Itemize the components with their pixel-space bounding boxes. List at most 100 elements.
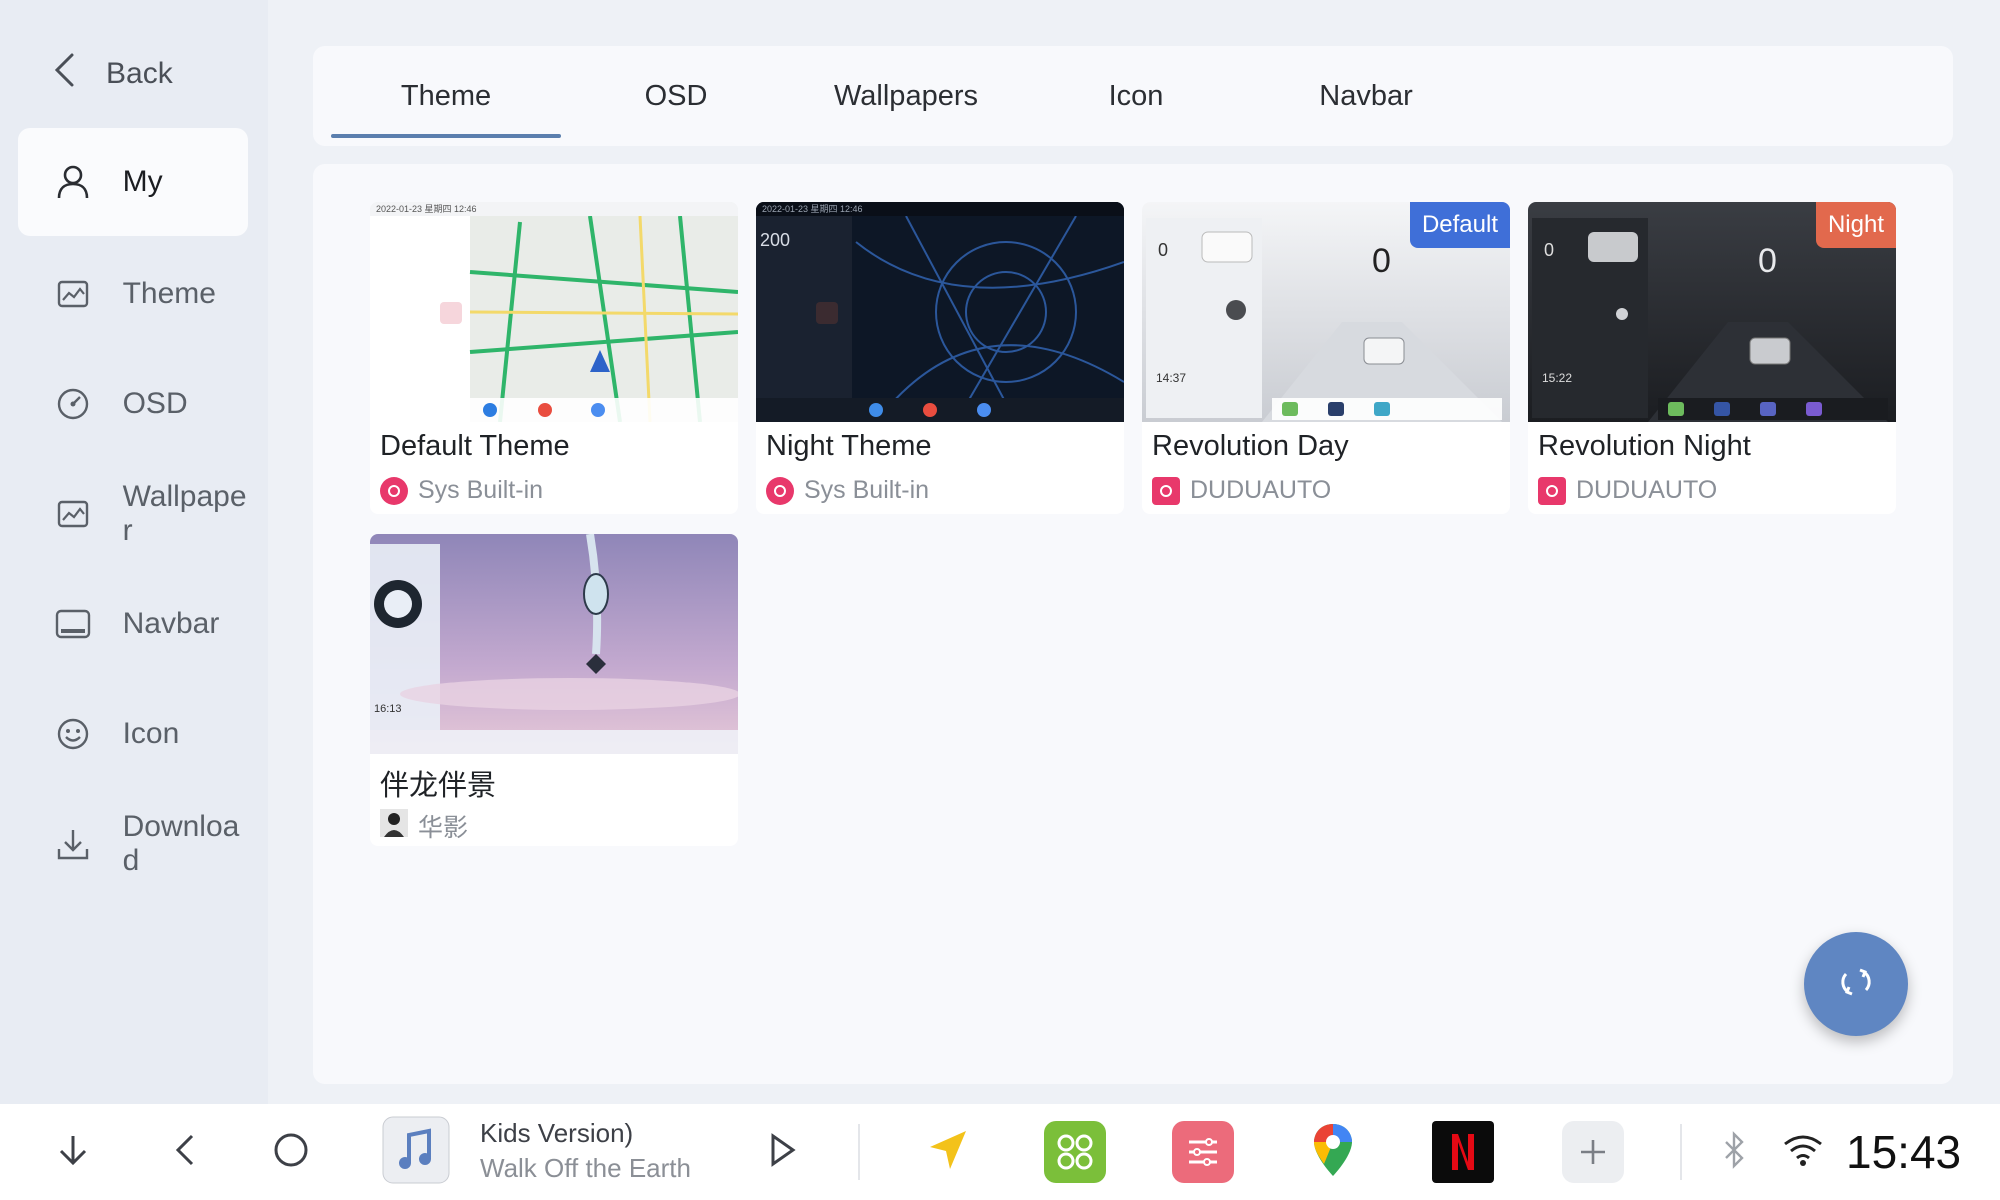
- play-icon: [767, 1132, 797, 1173]
- theme-author: DUDUAUTO: [1152, 476, 1331, 505]
- netflix-icon: [1432, 1121, 1494, 1183]
- sidebar-item-my[interactable]: My: [18, 128, 248, 236]
- sidebar-item-label: OSD: [122, 387, 188, 420]
- sidebar-item-navbar[interactable]: Navbar: [18, 570, 248, 678]
- theme-author: Sys Built-in: [380, 476, 543, 505]
- thumb-time-text: 14:37: [1156, 371, 1186, 385]
- theme-author: 华影: [380, 808, 468, 844]
- theme-card-default[interactable]: 2022-01-23 星期四 12:46 Default Theme Sys B…: [370, 202, 738, 514]
- theme-author: DUDUAUTO: [1538, 476, 1717, 505]
- author-label: Sys Built-in: [418, 476, 544, 504]
- tab-bar: Theme OSD Wallpapers Icon Navbar: [313, 46, 1953, 146]
- theme-card-night[interactable]: 200 2022-01-23 星期四 12:46 Night Theme Sys…: [756, 202, 1124, 514]
- bluetooth-status[interactable]: [1716, 1104, 1752, 1200]
- theme-card-banlong[interactable]: 16:13 伴龙伴景 华影: [370, 534, 738, 846]
- gauge-icon: [54, 384, 93, 424]
- navbar-icon: [54, 604, 93, 644]
- author-label: Sys Built-in: [804, 476, 930, 504]
- media-track-title: Kids Version): [480, 1118, 634, 1148]
- tab-wallpapers[interactable]: Wallpapers: [791, 46, 1021, 146]
- sidebar-item-label: Download: [122, 810, 240, 877]
- theme-title: Default Theme: [380, 430, 570, 462]
- map-pin-icon: [1308, 1120, 1358, 1185]
- app-maps-shortcut[interactable]: [1298, 1104, 1368, 1200]
- thumb-date-text: 2022-01-23 星期四 12:46: [376, 204, 477, 214]
- nav-back-button[interactable]: [160, 1104, 210, 1200]
- sidebar: Back My Theme OSD Wallpaper Navbar Icon …: [0, 0, 268, 1104]
- app-launcher-shortcut[interactable]: [1040, 1104, 1110, 1200]
- status-clock: 15:43: [1846, 1126, 1962, 1178]
- tab-osd[interactable]: OSD: [561, 46, 791, 146]
- arrow-down-icon: [53, 1130, 93, 1175]
- sidebar-item-icon[interactable]: Icon: [18, 680, 248, 788]
- nav-home-button[interactable]: [266, 1104, 316, 1200]
- smiley-icon: [54, 714, 93, 754]
- theme-thumbnail: 16:13: [370, 534, 738, 754]
- theme-title: Revolution Night: [1538, 430, 1751, 462]
- duduauto-logo-icon: [766, 476, 794, 505]
- chevron-left-icon: [52, 52, 76, 96]
- sidebar-item-label: Navbar: [122, 607, 220, 640]
- thumb-date-text: 2022-01-23 星期四 12:46: [762, 204, 863, 214]
- theme-thumbnail: 2022-01-23 星期四 12:46: [370, 202, 738, 422]
- tab-theme[interactable]: Theme: [331, 46, 561, 146]
- thumb-speed-text: 200: [760, 230, 790, 250]
- equalizer-icon: [1172, 1121, 1234, 1183]
- theme-title: Night Theme: [766, 430, 932, 462]
- sidebar-item-label: Theme: [122, 277, 216, 310]
- theme-title: Revolution Day: [1152, 430, 1349, 462]
- apps-grid-icon: [1044, 1121, 1106, 1183]
- music-note-icon: [381, 1115, 451, 1190]
- theme-title: 伴龙伴景: [380, 770, 497, 802]
- thumb-speed-text: 0: [1758, 242, 1777, 280]
- duduauto-logo-icon: [1152, 476, 1180, 505]
- bottom-divider: [858, 1124, 860, 1180]
- chevron-left-icon: [170, 1130, 200, 1175]
- image-icon: [54, 494, 93, 534]
- sidebar-item-download[interactable]: Download: [18, 790, 248, 898]
- tab-icon[interactable]: Icon: [1021, 46, 1251, 146]
- bluetooth-icon: [1720, 1130, 1748, 1175]
- sidebar-item-osd[interactable]: OSD: [18, 350, 248, 458]
- app-netflix-shortcut[interactable]: [1428, 1104, 1498, 1200]
- tab-navbar[interactable]: Navbar: [1251, 46, 1481, 146]
- author-avatar-icon: [380, 808, 408, 844]
- sidebar-item-label: Icon: [122, 717, 180, 750]
- music-app-button[interactable]: [380, 1104, 452, 1200]
- thumb-speed-small-text: 0: [1544, 240, 1554, 260]
- default-badge: Default: [1409, 202, 1510, 248]
- navigation-arrow-icon: [922, 1125, 972, 1180]
- media-artist: Walk Off the Earth: [480, 1153, 691, 1183]
- app-equalizer-shortcut[interactable]: [1168, 1104, 1238, 1200]
- collapse-button[interactable]: [48, 1104, 98, 1200]
- sidebar-item-label: My: [122, 165, 163, 198]
- thumb-speed-text: 0: [1372, 242, 1391, 280]
- refresh-fab-button[interactable]: [1804, 932, 1908, 1036]
- circle-home-icon: [271, 1130, 311, 1175]
- duduauto-logo-icon: [380, 476, 408, 505]
- theme-grid: 2022-01-23 星期四 12:46 Default Theme Sys B…: [313, 164, 1953, 1084]
- theme-card-revolution-night[interactable]: 0 0 15:22 Night Revolution Night DUDUAUT…: [1528, 202, 1896, 514]
- play-button[interactable]: [760, 1104, 804, 1200]
- bottom-divider: [1680, 1124, 1682, 1180]
- app-navigation-shortcut[interactable]: [912, 1104, 982, 1200]
- refresh-icon: [1836, 962, 1876, 1007]
- sidebar-item-theme[interactable]: Theme: [18, 240, 248, 348]
- back-button[interactable]: Back: [52, 48, 173, 100]
- thumb-time-text: 15:22: [1542, 371, 1572, 385]
- wifi-status[interactable]: [1778, 1104, 1828, 1200]
- back-label: Back: [106, 57, 173, 90]
- sidebar-item-label: Wallpaper: [122, 480, 247, 547]
- author-label: 华影: [418, 814, 469, 842]
- download-icon: [54, 824, 93, 864]
- sidebar-item-wallpaper[interactable]: Wallpaper: [18, 460, 248, 568]
- add-shortcut-button[interactable]: [1558, 1104, 1628, 1200]
- theme-card-revolution-day[interactable]: 0 0 14:37 Default Revolution Day DUDUAUT…: [1142, 202, 1510, 514]
- wifi-icon: [1781, 1132, 1825, 1173]
- image-icon: [54, 274, 93, 314]
- author-label: DUDUAUTO: [1190, 476, 1332, 504]
- now-playing[interactable]: Kids Version) Walk Off the Earth: [480, 1118, 710, 1184]
- thumb-time-text: 16:13: [374, 703, 402, 715]
- theme-thumbnail: 200 2022-01-23 星期四 12:46: [756, 202, 1124, 422]
- theme-author: Sys Built-in: [766, 476, 929, 505]
